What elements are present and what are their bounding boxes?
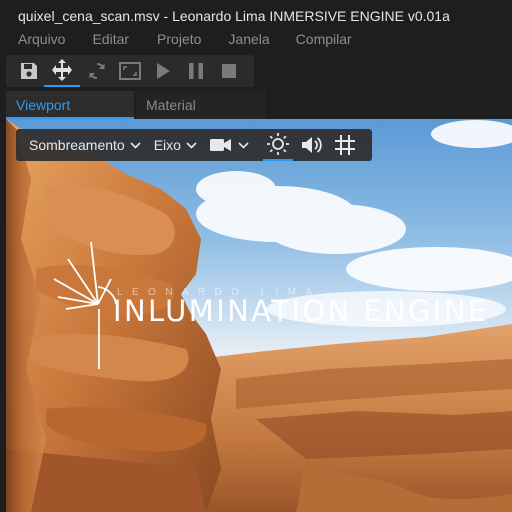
camera-button[interactable] xyxy=(209,129,231,161)
axis-dropdown[interactable]: Eixo xyxy=(154,129,197,161)
main-toolbar xyxy=(6,55,254,87)
menu-janela[interactable]: Janela xyxy=(228,30,269,52)
camera-dropdown[interactable] xyxy=(238,129,249,161)
move-icon xyxy=(52,59,72,81)
chevron-down-icon xyxy=(130,141,141,149)
play-button[interactable] xyxy=(146,55,179,87)
tab-material[interactable]: Material xyxy=(136,91,266,119)
audio-button[interactable] xyxy=(301,129,323,161)
refresh-icon xyxy=(89,63,104,79)
chevron-down-icon xyxy=(186,141,197,149)
grid-icon xyxy=(334,135,355,155)
refresh-button[interactable] xyxy=(80,55,113,87)
maximize-icon xyxy=(118,62,141,80)
grid-button[interactable] xyxy=(334,129,355,161)
stop-icon xyxy=(221,64,236,78)
lighting-button[interactable] xyxy=(262,129,293,161)
camera-icon xyxy=(209,139,231,151)
viewport-toolbar: Sombreamento Eixo xyxy=(16,129,372,161)
pause-button[interactable] xyxy=(179,55,212,87)
speaker-icon xyxy=(301,137,322,153)
menu-projeto[interactable]: Projeto xyxy=(157,30,201,52)
menu-arquivo[interactable]: Arquivo xyxy=(18,30,65,52)
menu-bar: Arquivo Editar Projeto Janela Compilar xyxy=(0,30,512,52)
window-title: quixel_cena_scan.msv - Leonardo Lima INM… xyxy=(18,8,450,24)
menu-compilar[interactable]: Compilar xyxy=(296,30,352,52)
save-button[interactable] xyxy=(14,55,44,87)
menu-editar[interactable]: Editar xyxy=(92,30,129,52)
move-button[interactable] xyxy=(44,55,80,87)
axis-dropdown-label: Eixo xyxy=(153,137,181,153)
pause-icon xyxy=(188,63,203,79)
stop-button[interactable] xyxy=(212,55,245,87)
tab-viewport[interactable]: Viewport xyxy=(6,91,134,119)
sun-icon xyxy=(266,133,289,155)
chevron-down-icon xyxy=(238,141,249,149)
save-icon xyxy=(21,63,37,79)
shading-dropdown[interactable]: Sombreamento xyxy=(29,129,141,161)
logo-title: INLUMINATION ENGINE xyxy=(113,294,489,328)
editor-tabs: Viewport Material xyxy=(6,91,266,119)
shading-dropdown-label: Sombreamento xyxy=(29,137,125,153)
play-icon xyxy=(156,63,170,79)
maximize-button[interactable] xyxy=(113,55,146,87)
